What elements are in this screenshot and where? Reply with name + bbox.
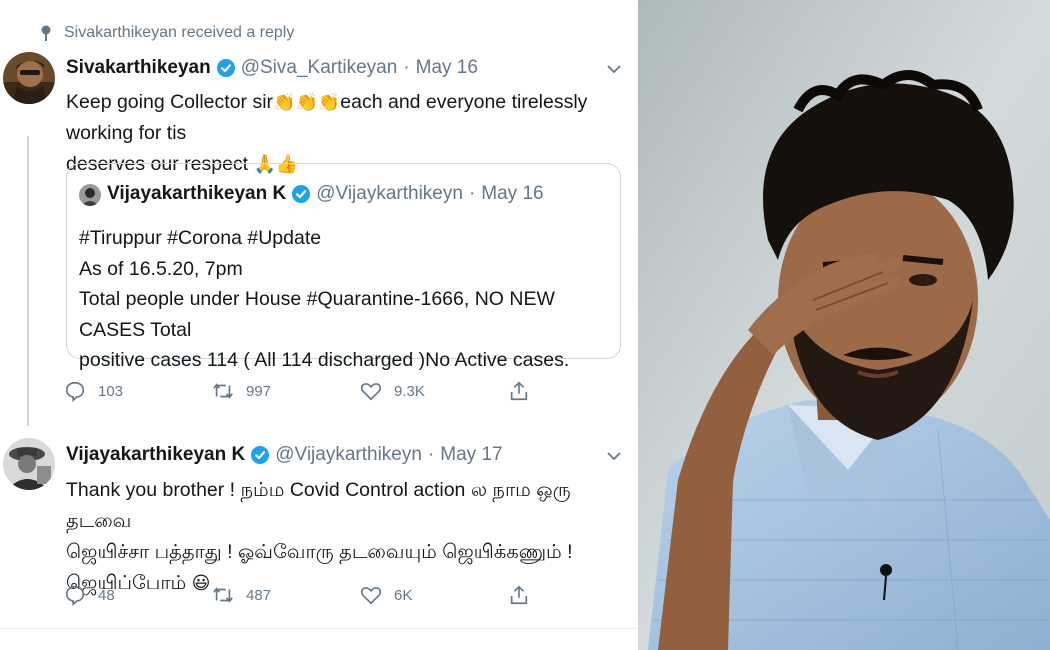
reply-icon bbox=[65, 585, 85, 606]
reply-count: 48 bbox=[98, 586, 115, 604]
share-button[interactable] bbox=[508, 380, 530, 402]
thread-connector-line bbox=[27, 136, 29, 426]
clap-emoji: 👏👏👏 bbox=[273, 92, 341, 113]
quoted-tweet-card[interactable]: Vijayakarthikeyan K @Vijaykarthikeyn · M… bbox=[66, 163, 621, 371]
avatar[interactable] bbox=[3, 438, 55, 490]
avatar[interactable] bbox=[3, 52, 55, 104]
retweet-button[interactable]: 487 bbox=[212, 584, 271, 606]
handle[interactable]: @Vijaykarthikeyn bbox=[275, 444, 422, 466]
heart-icon bbox=[360, 383, 382, 401]
tweet-body-line: ஜெயிச்சா பத்தாது ! ஓவ்வோரு தடவையும் ஜெயி… bbox=[66, 541, 573, 563]
chevron-down-icon[interactable] bbox=[607, 451, 621, 461]
tweet-body: Thank you brother ! நம்ம Covid Control a… bbox=[66, 475, 626, 599]
retweet-count: 997 bbox=[246, 382, 272, 400]
like-button[interactable]: 6K bbox=[360, 584, 412, 606]
separator-dot: · bbox=[427, 444, 435, 465]
verified-icon bbox=[216, 59, 235, 77]
quote-line[interactable]: #Tiruppur #Corona #Update bbox=[79, 223, 609, 254]
tweet-header: Vijayakarthikeyan K @Vijaykarthikeyn · M… bbox=[66, 444, 503, 466]
quote-avatar bbox=[79, 184, 101, 206]
retweet-icon bbox=[213, 383, 233, 399]
retweet-count: 487 bbox=[246, 586, 272, 604]
photo-illustration bbox=[638, 0, 1050, 650]
reply-button[interactable]: 103 bbox=[64, 380, 123, 402]
handle[interactable]: @Siva_Kartikeyan bbox=[241, 57, 398, 79]
reply-icon bbox=[65, 381, 85, 402]
quote-avatar-image bbox=[79, 184, 101, 206]
heart-icon bbox=[360, 587, 382, 605]
tweet-header: Sivakarthikeyan @Siva_Kartikeyan · May 1… bbox=[66, 57, 478, 79]
display-name[interactable]: Sivakarthikeyan bbox=[66, 57, 211, 79]
tweet-thread-panel: Sivakarthikeyan received a reply Sivakar… bbox=[0, 0, 636, 650]
avatar-image bbox=[3, 438, 55, 490]
social-context[interactable]: Sivakarthikeyan received a reply bbox=[40, 24, 294, 42]
chevron-down-icon[interactable] bbox=[607, 64, 621, 74]
tweet-divider bbox=[0, 628, 636, 629]
avatar-image bbox=[3, 52, 55, 104]
quote-body: #Tiruppur #Corona #Update As of 16.5.20,… bbox=[79, 223, 609, 376]
saluting-man-photo bbox=[638, 0, 1050, 650]
like-count: 6K bbox=[394, 586, 413, 604]
reply-count: 103 bbox=[98, 382, 124, 400]
like-count: 9.3K bbox=[394, 382, 425, 400]
quote-handle[interactable]: @Vijaykarthikeyn bbox=[316, 183, 463, 205]
quote-line: positive cases 114 ( All 114 discharged … bbox=[79, 349, 570, 371]
pin-icon bbox=[41, 25, 51, 41]
timestamp[interactable]: May 16 bbox=[416, 57, 478, 79]
quote-display-name[interactable]: Vijayakarthikeyan K bbox=[107, 183, 286, 205]
verified-icon bbox=[292, 185, 311, 203]
display-name[interactable]: Vijayakarthikeyan K bbox=[66, 444, 245, 466]
share-button[interactable] bbox=[508, 584, 530, 606]
timestamp[interactable]: May 17 bbox=[440, 444, 502, 466]
separator-dot: · bbox=[468, 183, 476, 204]
quote-line: As of 16.5.20, 7pm bbox=[79, 257, 243, 280]
quote-header: Vijayakarthikeyan K @Vijaykarthikeyn · M… bbox=[107, 183, 544, 205]
tweet-action-bar: 103 997 9.3K bbox=[62, 380, 532, 408]
quote-line: Total people under House #Quarantine-166… bbox=[79, 288, 555, 341]
tweet-text: Keep going Collector sir bbox=[66, 91, 274, 113]
verified-icon bbox=[251, 446, 270, 464]
retweet-button[interactable]: 997 bbox=[212, 380, 271, 402]
social-context-text: Sivakarthikeyan received a reply bbox=[64, 24, 295, 41]
reply-button[interactable]: 48 bbox=[64, 584, 115, 606]
share-icon bbox=[510, 585, 528, 605]
tweet-action-bar: 48 487 6K bbox=[62, 584, 532, 612]
share-icon bbox=[510, 381, 528, 401]
like-button[interactable]: 9.3K bbox=[360, 380, 425, 402]
separator-dot: · bbox=[403, 57, 410, 78]
tweet-body-line: Keep going Collector sir👏👏👏each and ever… bbox=[66, 87, 626, 149]
quote-timestamp[interactable]: May 16 bbox=[481, 183, 543, 205]
tweet-body-line: Thank you brother ! நம்ம Covid Control a… bbox=[66, 479, 571, 532]
retweet-icon bbox=[213, 587, 233, 603]
